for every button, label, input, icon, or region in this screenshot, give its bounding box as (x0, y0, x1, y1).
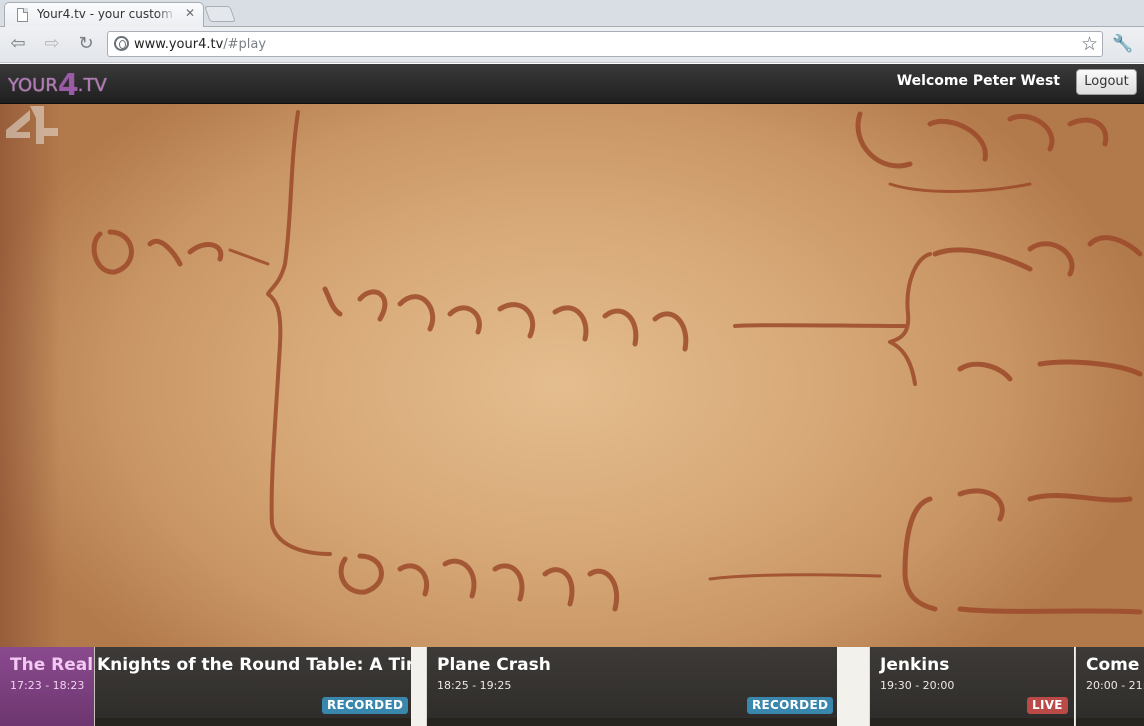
new-tab-button[interactable] (204, 6, 236, 22)
program-card-current[interactable]: The Real 17:23 - 18:23 (0, 647, 94, 726)
welcome-text: Welcome Peter West (896, 73, 1060, 89)
program-title: The Real (10, 655, 94, 675)
forward-arrow-icon[interactable]: ⇨ (40, 33, 64, 55)
bookmark-star-icon[interactable]: ☆ (1081, 33, 1098, 55)
url-path: /#play (223, 37, 267, 52)
program-title: Come (1086, 655, 1140, 675)
browser-tab-strip: Your4.tv - your custom TV guide ✕ (0, 0, 1144, 27)
program-card[interactable]: Jenkins 19:30 - 20:00 LIVE (869, 647, 1074, 726)
program-time: 17:23 - 18:23 (10, 679, 85, 692)
program-card-footer (870, 718, 1074, 726)
url-text[interactable]: www.your4.tv/#play (134, 37, 266, 52)
program-card[interactable]: Come 20:00 - 21:0 (1075, 647, 1144, 726)
logo-digit: 4 (57, 68, 79, 103)
program-title: Jenkins (880, 655, 950, 675)
program-card-footer (1076, 718, 1144, 726)
browser-toolbar: ⇦ ⇨ ↻ www.your4.tv/#play ☆ (0, 27, 1144, 63)
program-card[interactable]: Knights of the Round Table: A Time RECOR… (94, 647, 411, 726)
app-header: YOUR4.TV Welcome Peter West Logout (0, 64, 1144, 104)
url-host: www.your4.tv (134, 37, 224, 52)
tab-title: Your4.tv - your custom TV guide (37, 7, 177, 21)
recorded-badge: RECORDED (322, 697, 409, 714)
program-time: 18:25 - 19:25 (437, 679, 512, 692)
program-title: Knights of the Round Table: A Time (97, 655, 411, 675)
program-guide-strip: The Real 17:23 - 18:23 Knights of the Ro… (0, 647, 1144, 726)
program-card-footer (95, 718, 411, 726)
program-time: 19:30 - 20:00 (880, 679, 955, 692)
program-card-footer (427, 718, 837, 726)
program-time: 20:00 - 21:0 (1086, 679, 1144, 692)
program-card[interactable]: Plane Crash 18:25 - 19:25 RECORDED (426, 647, 837, 726)
page-icon (17, 8, 28, 22)
browser-tab[interactable]: Your4.tv - your custom TV guide ✕ (4, 2, 204, 27)
video-frame-manuscript (91, 110, 1143, 615)
close-tab-icon[interactable]: ✕ (185, 6, 195, 20)
channel-4-logo-icon (6, 106, 58, 144)
back-arrow-icon[interactable]: ⇦ (6, 33, 30, 55)
recorded-badge: RECORDED (747, 697, 834, 714)
globe-icon (114, 36, 129, 51)
live-badge: LIVE (1027, 697, 1068, 714)
address-bar[interactable]: www.your4.tv/#play ☆ (107, 31, 1103, 57)
wrench-menu-icon[interactable]: 🔧 (1112, 33, 1134, 55)
program-title: Plane Crash (437, 655, 551, 675)
video-player[interactable] (0, 104, 1144, 647)
logo-prefix: YOUR (8, 75, 58, 96)
logo[interactable]: YOUR4.TV (8, 68, 107, 103)
logo-suffix: .TV (77, 75, 107, 96)
reload-icon[interactable]: ↻ (74, 33, 98, 55)
logout-button[interactable]: Logout (1076, 69, 1137, 95)
